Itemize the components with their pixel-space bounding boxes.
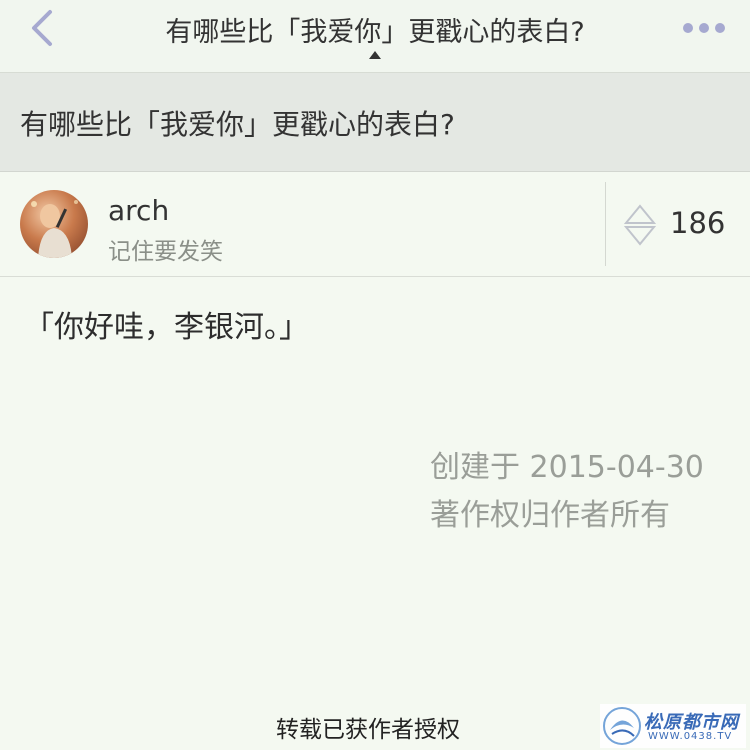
nav-title[interactable]: 有哪些比「我爱你」更戳心的表白? — [95, 10, 655, 49]
vote-arrows-icon[interactable] — [624, 204, 656, 246]
author-row: arch 记住要发笑 186 — [0, 172, 750, 277]
watermark-logo-icon — [603, 707, 641, 745]
caret-up-icon[interactable] — [368, 50, 382, 60]
question-header[interactable]: 有哪些比「我爱你」更戳心的表白? — [0, 73, 750, 172]
more-dots-icon[interactable] — [682, 20, 726, 36]
avatar-image — [31, 200, 78, 258]
answer-body: 「你好哇，李银河。」 — [24, 310, 309, 345]
author-name[interactable]: arch — [108, 194, 169, 227]
copyright-notice: 著作权归作者所有 — [430, 498, 670, 533]
back-button[interactable] — [22, 6, 66, 50]
vote-count[interactable]: 186 — [670, 206, 725, 240]
author-bio: 记住要发笑 — [108, 239, 223, 265]
avatar[interactable] — [20, 190, 88, 258]
divider — [605, 182, 606, 266]
created-date: 创建于 2015-04-30 — [430, 450, 704, 485]
question-title[interactable]: 有哪些比「我爱你」更戳心的表白? — [20, 103, 455, 143]
watermark-url: WWW.0438.TV — [648, 731, 733, 742]
chevron-left-icon — [32, 10, 52, 46]
watermark: 松原都市网 WWW.0438.TV — [600, 704, 746, 748]
navigation-bar: 有哪些比「我爱你」更戳心的表白? — [0, 0, 750, 73]
